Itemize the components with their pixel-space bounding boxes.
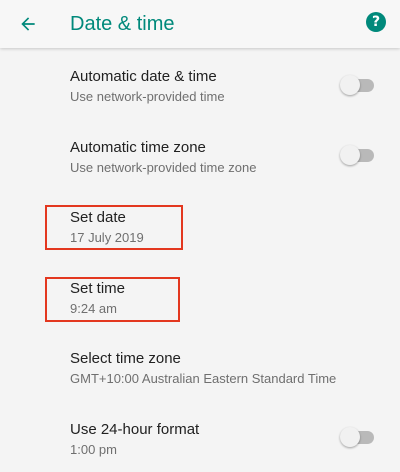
pref-summary: GMT+10:00 Australian Eastern Standard Ti… bbox=[70, 371, 337, 386]
pref-summary: 17 July 2019 bbox=[70, 230, 144, 245]
pref-summary: 1:00 pm bbox=[70, 442, 117, 457]
pref-summary: 9:24 am bbox=[70, 301, 117, 316]
pref-title: Select time zone bbox=[70, 350, 181, 367]
settings-screen: Date & time ? Automatic date & time Use … bbox=[0, 0, 400, 472]
pref-title: Set time bbox=[70, 280, 126, 297]
page-title: Date & time bbox=[70, 13, 175, 35]
pref-title: Automatic date & time bbox=[70, 68, 217, 85]
use-24-hour-format-switch[interactable] bbox=[340, 427, 376, 447]
help-button[interactable]: ? bbox=[364, 10, 388, 34]
automatic-date-time-switch[interactable] bbox=[340, 75, 376, 95]
switch-thumb bbox=[340, 427, 360, 447]
pref-summary: Use network-provided time bbox=[70, 89, 225, 104]
pref-select-time-zone[interactable]: Select time zone GMT+10:00 Australian Ea… bbox=[0, 342, 400, 406]
app-bar: Date & time ? bbox=[0, 0, 400, 48]
pref-set-date[interactable]: Set date 17 July 2019 bbox=[0, 201, 400, 265]
arrow-back-icon bbox=[21, 17, 35, 31]
help-icon: ? bbox=[366, 12, 386, 32]
switch-thumb bbox=[340, 145, 360, 165]
pref-set-time[interactable]: Set time 9:24 am bbox=[0, 272, 400, 336]
pref-summary: Use network-provided time zone bbox=[70, 160, 257, 175]
back-button[interactable] bbox=[10, 6, 46, 42]
pref-title: Use 24-hour format bbox=[70, 421, 200, 438]
automatic-time-zone-switch[interactable] bbox=[340, 145, 376, 165]
switch-thumb bbox=[340, 75, 360, 95]
pref-title: Set date bbox=[70, 209, 126, 226]
pref-title: Automatic time zone bbox=[70, 139, 206, 156]
